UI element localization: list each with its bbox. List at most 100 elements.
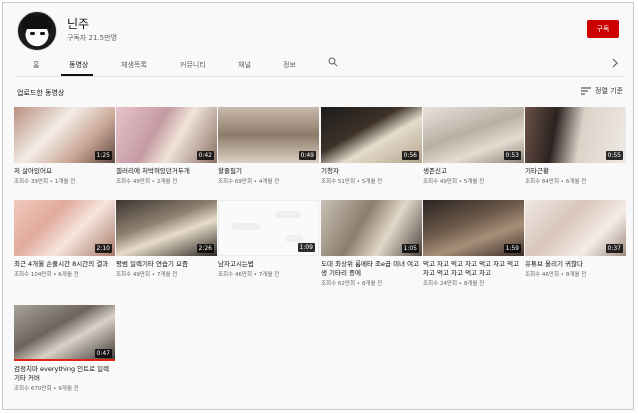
video-views: 조회수 49만회 [116, 272, 151, 278]
video-title[interactable]: 갤러리에 처박혀있던거두개 [116, 167, 217, 176]
video-card[interactable]: 0:42 갤러리에 처박혀있던거두개 조회수 49만회 • 2개월 전 [116, 107, 217, 186]
video-thumbnail[interactable]: 0:47 [14, 305, 115, 361]
video-meta: 조회수 51만회 • 5개월 전 [321, 179, 383, 185]
video-duration: 2:10 [94, 244, 112, 253]
video-title[interactable]: 최근 4개월 손풀시간 8시간의 결과 [14, 260, 115, 269]
video-title[interactable]: 남자고시는법 [218, 260, 319, 269]
video-age: 8개월 전 [565, 272, 587, 278]
video-age: 7개월 전 [258, 272, 280, 278]
video-thumbnail[interactable]: 0:56 [321, 107, 422, 163]
sort-button[interactable]: 정렬 기준 [581, 85, 623, 97]
video-duration: 0:56 [401, 151, 419, 160]
video-title[interactable]: 먹고 자고 먹고 자고 먹고 자고 먹고 자고 먹고 자고 먹고 자고 [423, 260, 524, 278]
video-duration: 1:25 [94, 151, 112, 160]
subscribe-button[interactable]: 구독 [587, 20, 619, 38]
video-card[interactable]: 0:55 기타근황 조회수 84만회 • 6개월 전 [525, 107, 626, 186]
video-duration: 0:53 [503, 151, 521, 160]
active-tab-indicator [61, 74, 93, 76]
video-title[interactable]: 저 살아있어요 [14, 167, 115, 176]
video-meta: 조회수 49만회 • 2개월 전 [116, 179, 178, 185]
video-duration: 2:26 [196, 244, 214, 253]
video-title[interactable]: 평범 일렉기타 연습기 요즘 [116, 260, 217, 269]
video-meta: 조회수 62만회 • 8개월 전 [321, 281, 383, 287]
video-meta: 조회수 69만회 • 4개월 전 [218, 179, 280, 185]
tab-channels[interactable]: 채널 [238, 60, 251, 70]
video-age: 9개월 전 [58, 386, 79, 392]
tab-about[interactable]: 정보 [283, 60, 296, 70]
video-meta: 조회수 46만회 • 7개월 전 [218, 272, 280, 278]
video-card[interactable]: 2:26 평범 일렉기타 연습기 요즘 조회수 49만회 • 7개월 전 [116, 200, 217, 279]
video-duration: 0:55 [605, 151, 623, 160]
video-card[interactable]: 0:47 검정치마 everything 인트로 일렉기타 커버 조회수 670… [14, 305, 115, 393]
tab-community[interactable]: 커뮤니티 [180, 60, 206, 70]
video-card[interactable]: 0:53 생존신고 조회수 49만회 • 5개월 전 [423, 107, 524, 186]
video-meta: 조회수 39만회 • 1개월 전 [14, 179, 76, 185]
video-card[interactable]: 0:56 기청자 조회수 51만회 • 5개월 전 [321, 107, 422, 186]
video-thumbnail[interactable]: 2:26 [116, 200, 217, 256]
video-title[interactable]: 검정치마 everything 인트로 일렉기타 커버 [14, 365, 115, 383]
video-age: 1개월 전 [54, 179, 76, 185]
video-thumbnail[interactable]: 0:49 [218, 107, 319, 163]
video-meta: 조회수 49만회 • 7개월 전 [116, 272, 178, 278]
video-views: 조회수 69만회 [218, 179, 253, 185]
video-card[interactable]: 0:37 유튜브 올리기 귀찮다 조회수 46만회 • 8개월 전 [525, 200, 626, 279]
video-age: 6개월 전 [58, 272, 79, 278]
video-thumbnail[interactable]: 2:10 [14, 200, 115, 256]
video-views: 조회수 24만회 [423, 281, 458, 287]
video-thumbnail[interactable]: 1:05 [321, 200, 422, 256]
video-card[interactable]: 1:25 저 살아있어요 조회수 39만회 • 1개월 전 [14, 107, 115, 186]
watch-progress-bar [14, 359, 115, 361]
chat-bubble [231, 223, 261, 230]
channel-name: 닌주 [67, 17, 90, 31]
video-meta: 조회수 24만회 • 8개월 전 [423, 281, 485, 287]
video-title[interactable]: 할줄필기 [218, 167, 319, 176]
video-title[interactable]: 기청자 [321, 167, 422, 176]
video-age: 4개월 전 [258, 179, 280, 185]
video-meta: 조회수 84만회 • 6개월 전 [525, 179, 587, 185]
video-views: 조회수 104만회 [14, 272, 52, 278]
video-thumbnail[interactable]: 0:55 [525, 107, 626, 163]
video-card[interactable]: 1:59 먹고 자고 먹고 자고 먹고 자고 먹고 자고 먹고 자고 먹고 자고… [423, 200, 524, 288]
video-views: 조회수 46만회 [525, 272, 560, 278]
video-meta: 조회수 104만회 • 6개월 전 [14, 272, 79, 278]
video-duration: 0:42 [196, 151, 214, 160]
tab-playlists[interactable]: 재생목록 [121, 60, 147, 70]
video-title[interactable]: 도대 최상위 룸메타 조e곱 미녀 여고생 기타리 중에 [321, 260, 422, 278]
video-thumbnail[interactable]: 0:53 [423, 107, 524, 163]
video-age: 5개월 전 [463, 179, 485, 185]
video-thumbnail[interactable]: 1:25 [14, 107, 115, 163]
video-title[interactable]: 유튜브 올리기 귀찮다 [525, 260, 626, 269]
video-duration: 1:05 [401, 244, 419, 253]
chat-bubble [285, 235, 303, 242]
video-meta: 조회수 46만회 • 8개월 전 [525, 272, 587, 278]
video-card[interactable]: 0:49 할줄필기 조회수 69만회 • 4개월 전 [218, 107, 319, 186]
channel-avatar[interactable] [17, 11, 57, 51]
video-views: 조회수 46만회 [218, 272, 253, 278]
video-thumbnail[interactable]: 0:37 [525, 200, 626, 256]
video-age: 6개월 전 [565, 179, 587, 185]
video-duration: 1:59 [503, 244, 521, 253]
video-card[interactable]: 2:10 최근 4개월 손풀시간 8시간의 결과 조회수 104만회 • 6개월… [14, 200, 115, 279]
video-meta: 조회수 49만회 • 5개월 전 [423, 179, 485, 185]
chevron-right-icon[interactable] [611, 58, 619, 68]
channel-header: 닌주 구독자 21.5만명 구독 [17, 11, 623, 51]
video-duration: 1:09 [297, 243, 315, 252]
video-thumbnail[interactable]: 1:09 [218, 200, 319, 256]
video-thumbnail[interactable]: 1:59 [423, 200, 524, 256]
video-card[interactable]: 1:05 도대 최상위 룸메타 조e곱 미녀 여고생 기타리 중에 조회수 62… [321, 200, 422, 288]
video-meta: 조회수 670만회 • 9개월 전 [14, 386, 79, 392]
video-views: 조회수 84만회 [525, 179, 560, 185]
tab-videos[interactable]: 동영상 [69, 60, 88, 70]
video-card[interactable]: 1:09 남자고시는법 조회수 46만회 • 7개월 전 [218, 200, 319, 279]
video-views: 조회수 670만회 [14, 386, 52, 392]
sort-icon [581, 87, 591, 95]
video-thumbnail[interactable]: 0:42 [116, 107, 217, 163]
tab-home[interactable]: 홈 [33, 60, 39, 70]
search-icon[interactable] [328, 57, 338, 67]
video-title[interactable]: 생존신고 [423, 167, 524, 176]
video-title[interactable]: 기타근황 [525, 167, 626, 176]
video-age: 8개월 전 [463, 281, 485, 287]
channel-page: 닌주 구독자 21.5만명 구독 홈 동영상 재생목록 커뮤니티 채널 정보 업… [2, 2, 634, 410]
video-duration: 0:47 [94, 349, 112, 358]
video-views: 조회수 51만회 [321, 179, 356, 185]
